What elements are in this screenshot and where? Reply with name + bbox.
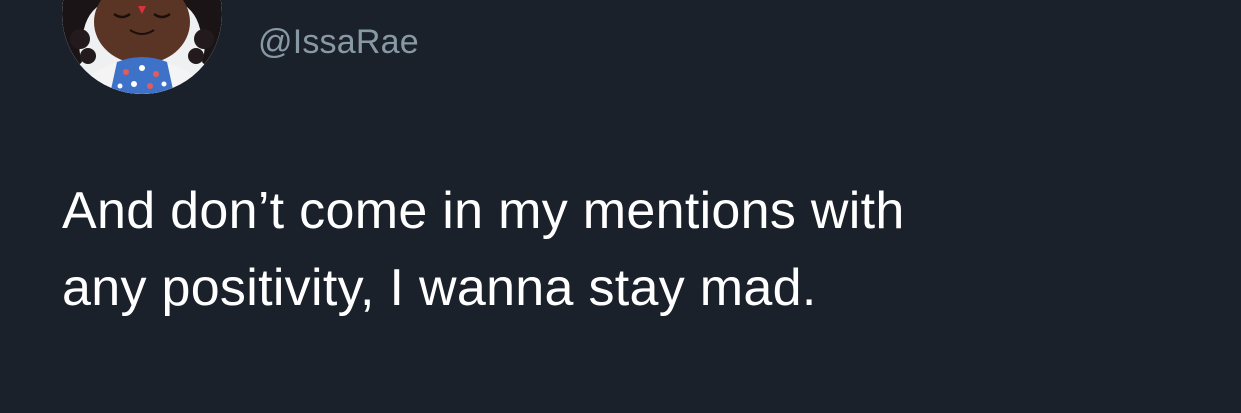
tweet-text: And don’t come in my mentions with any p… — [62, 173, 1212, 327]
profile-avatar[interactable] — [62, 0, 222, 94]
tweet-text-line: any positivity, I wanna stay mad. — [62, 259, 817, 317]
author-handle[interactable]: @IssaRae — [258, 20, 419, 64]
tweet-text-line: And don’t come in my mentions with — [62, 182, 905, 240]
tweet-card: @IssaRae And don’t come in my mentions w… — [0, 0, 1241, 413]
doll-avatar-icon — [62, 0, 222, 94]
